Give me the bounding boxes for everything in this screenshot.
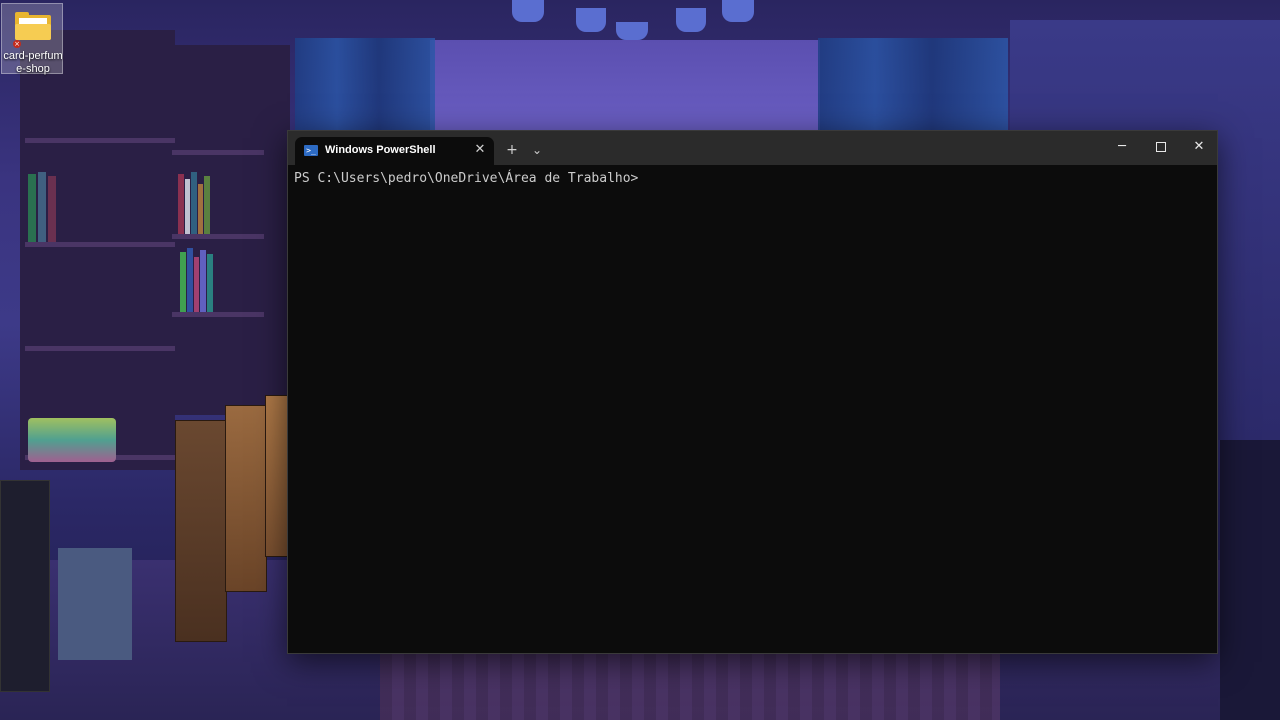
desktop-icon-label-line1: card-perfum [3, 50, 63, 62]
lamp-shade [616, 22, 648, 40]
maximize-icon [1156, 141, 1166, 152]
wallpaper-curtain-right [818, 38, 1008, 133]
folded-clothes [28, 418, 116, 462]
lamp-shade [576, 8, 606, 32]
lamp-shade [512, 0, 544, 22]
tab-title: Windows PowerShell [325, 144, 436, 156]
desktop-icon-label: card-perfum e-shop [2, 50, 64, 76]
desktop-icon-label-line2: e-shop [16, 63, 50, 75]
wallpaper-curtain-left [295, 38, 435, 133]
books [180, 246, 236, 312]
close-button[interactable]: ✕ [1180, 131, 1218, 163]
shelf-board [25, 242, 175, 247]
wallpaper-rug [380, 652, 1000, 720]
folder-icon [15, 12, 51, 40]
desktop-icon-card-perfume-shop[interactable]: × card-perfum e-shop [1, 3, 64, 76]
tab-close-icon[interactable]: ✕ [472, 142, 488, 158]
cabinet-door [175, 420, 227, 642]
minimize-button[interactable]: ─ [1103, 131, 1141, 163]
shelf-board [172, 312, 264, 317]
tab-windows-powershell[interactable]: >_ Windows PowerShell ✕ [295, 137, 494, 165]
books [28, 172, 84, 242]
shelf-board [172, 150, 264, 155]
error-badge-icon: × [13, 40, 21, 48]
cabinet-door [225, 405, 267, 592]
maximize-button[interactable] [1142, 131, 1180, 163]
books [178, 170, 228, 234]
new-tab-button[interactable]: + [502, 140, 522, 160]
bookshelf-left [20, 30, 175, 470]
tab-dropdown-button[interactable]: ⌄ [527, 140, 547, 160]
wallpaper-right-furniture [1220, 440, 1280, 720]
terminal-window[interactable]: >_ Windows PowerShell ✕ + ⌄ ─ ✕ PS C:\Us… [287, 130, 1218, 654]
shelf-board [172, 234, 264, 239]
shelf-board [25, 138, 175, 143]
shelf-board [25, 346, 175, 351]
powershell-icon: >_ [304, 145, 318, 156]
speaker [0, 480, 50, 692]
terminal-titlebar[interactable]: >_ Windows PowerShell ✕ + ⌄ ─ ✕ [288, 131, 1217, 165]
wallpaper-window [430, 40, 820, 130]
console-prompt[interactable]: PS C:\Users\pedro\OneDrive\Área de Traba… [294, 171, 638, 186]
shopping-bag [58, 548, 132, 660]
lamp-shade [676, 8, 706, 32]
lamp-shade [722, 0, 754, 22]
